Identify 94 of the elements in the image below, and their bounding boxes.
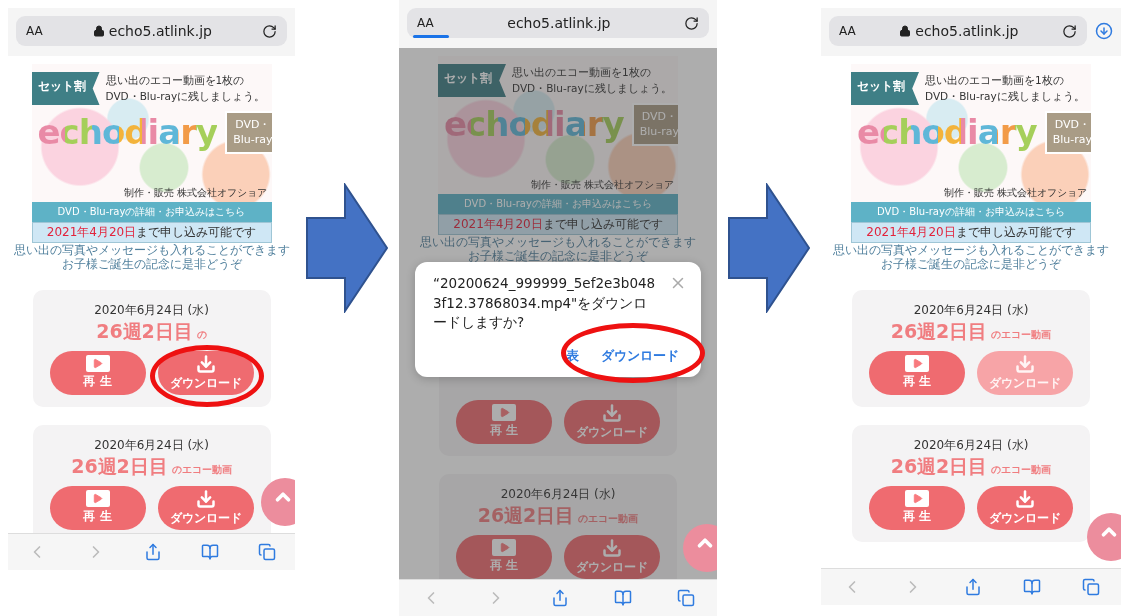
play-icon — [85, 490, 110, 508]
note-text: お子様ご誕生の記念に是非どうぞ — [881, 257, 1061, 272]
play-icon — [905, 490, 929, 508]
reload-icon[interactable] — [262, 23, 277, 39]
week-label: 26週2日目 — [890, 318, 988, 344]
download-button[interactable]: ダウンロード — [564, 534, 660, 579]
video-caption: の — [196, 327, 207, 342]
video-date: 2020年6月24日 (水) — [500, 485, 616, 503]
lock-icon — [899, 25, 912, 37]
banner-image[interactable]: セット割 思い出のエコー動画を1枚の DVD・Blu-rayに残しましょう。 echodiary DVD・ Blu-ray 制作・販売 株式会社オフショア — [31, 64, 272, 202]
details-link[interactable]: DVD・Blu-rayの詳細・お申込みはこちら — [438, 194, 678, 214]
video-date: 2020年6月24日 (水) — [913, 436, 1029, 454]
week-label: 26週2日目 — [71, 453, 168, 479]
banner-image[interactable]: セット割 思い出のエコー動画を1枚の DVD・Blu-rayに残しましょう。 echodiary DVD・ Blu-ray 制作・販売 株式会社オフショア — [438, 56, 678, 194]
download-button[interactable]: ダウンロード — [157, 350, 254, 395]
download-icon — [195, 353, 216, 374]
note-text: お子様ご誕生の記念に是非どうぞ — [468, 249, 648, 264]
address-bar[interactable]: AA echo5.atlink.jp — [829, 16, 1087, 46]
video-caption: のエコー動画 — [171, 462, 232, 477]
video-date: 2020年6月24日 (水) — [94, 301, 209, 319]
tabs-icon[interactable] — [1082, 578, 1101, 596]
week-label: 26週2日目 — [477, 502, 575, 528]
url-text: echo5.atlink.jp — [915, 23, 1019, 39]
text-size-button[interactable]: AA — [839, 24, 856, 38]
video-date: 2020年6月24日 (水) — [94, 436, 209, 454]
share-icon[interactable] — [144, 543, 163, 561]
download-button[interactable]: ダウンロード — [977, 485, 1073, 530]
share-icon[interactable] — [551, 589, 569, 607]
text-size-button[interactable]: AA — [417, 16, 434, 30]
tabs-icon[interactable] — [676, 589, 695, 607]
play-button[interactable]: 再 生 — [456, 399, 552, 444]
banner-headline: 思い出のエコー動画を1枚の DVD・Blu-rayに残しましょう。 — [105, 73, 266, 104]
play-button[interactable]: 再 生 — [456, 534, 552, 579]
week-label: 26週2日目 — [96, 318, 193, 344]
banner-badge: DVD・ Blu-ray — [225, 111, 272, 154]
dialog-message: “20200624_999999_5ef2e3b0483f12.37868034.mp4"をダウンロードしますか? — [433, 274, 657, 333]
video-caption: のエコー動画 — [991, 327, 1052, 342]
play-button[interactable]: 再 生 — [49, 350, 146, 395]
text-size-button[interactable]: AA — [26, 24, 43, 38]
download-icon — [1015, 488, 1035, 509]
deadline-text: 2021年4月20日まで申し込み可能です — [851, 222, 1091, 243]
banner-tag: セット割 — [851, 72, 919, 105]
banner-headline: 思い出のエコー動画を1枚の DVD・Blu-rayに残しましょう。 — [512, 65, 672, 96]
banner-credit: 制作・販売 株式会社オフショア — [124, 186, 268, 200]
play-icon — [905, 355, 929, 373]
deadline-text: 2021年4月20日まで申し込み可能です — [31, 222, 272, 243]
book-icon[interactable] — [201, 543, 220, 561]
download-button[interactable]: ダウンロード — [564, 399, 660, 444]
banner-image[interactable]: セット割 思い出のエコー動画を1枚の DVD・Blu-rayに残しましょう。 echodiary DVD・ Blu-ray 制作・販売 株式会社オフショア — [851, 64, 1091, 202]
dialog-button[interactable]: ダウンロード — [601, 342, 679, 369]
address-bar[interactable]: AA echo5.atlink.jp — [407, 8, 709, 38]
play-button[interactable]: 再 生 — [49, 485, 146, 530]
url-text: echo5.atlink.jp — [507, 15, 611, 31]
dialog-button[interactable]: 表 — [566, 342, 579, 369]
reload-icon[interactable] — [1062, 23, 1077, 39]
banner-credit: 制作・販売 株式会社オフショア — [530, 178, 674, 192]
deadline-text: 2021年4月20日まで申し込み可能です — [438, 214, 678, 235]
url-text: echo5.atlink.jp — [108, 23, 212, 39]
details-link[interactable]: DVD・Blu-rayの詳細・お申込みはこちら — [31, 202, 272, 222]
book-icon[interactable] — [1023, 578, 1042, 596]
book-icon[interactable] — [613, 589, 632, 607]
reload-icon[interactable] — [684, 15, 699, 31]
video-caption: のエコー動画 — [578, 511, 639, 526]
play-button[interactable]: 再 生 — [869, 350, 965, 395]
note-text: 思い出の写真やメッセージも入れることができます — [13, 243, 290, 258]
address-bar[interactable]: AA echo5.atlink.jp — [16, 16, 287, 46]
banner-badge: DVD・ Blu-ray — [1044, 111, 1091, 154]
banner-headline: 思い出のエコー動画を1枚の DVD・Blu-rayに残しましょう。 — [925, 73, 1085, 104]
note-text: 思い出の写真やメッセージも入れることができます — [420, 235, 696, 250]
download-button[interactable]: ダウンロード — [157, 485, 254, 530]
video-date: 2020年6月24日 (水) — [913, 301, 1029, 319]
scroll-top-button[interactable] — [1087, 513, 1121, 561]
play-icon — [492, 539, 516, 557]
download-icon[interactable] — [1095, 22, 1113, 40]
download-icon — [1015, 353, 1035, 374]
download-icon — [195, 488, 216, 509]
note-text: 思い出の写真やメッセージも入れることができます — [833, 243, 1109, 258]
video-caption: のエコー動画 — [991, 462, 1052, 477]
details-link[interactable]: DVD・Blu-rayの詳細・お申込みはこちら — [851, 202, 1091, 222]
banner-tag: セット割 — [438, 64, 506, 97]
scroll-top-button[interactable] — [683, 524, 717, 572]
banner-tag: セット割 — [31, 72, 100, 105]
play-icon — [85, 355, 110, 373]
download-icon — [602, 537, 622, 558]
download-icon — [602, 402, 622, 423]
play-button[interactable]: 再 生 — [869, 485, 965, 530]
note-text: お子様ご誕生の記念に是非どうぞ — [61, 257, 242, 272]
lock-icon — [92, 25, 105, 37]
share-icon[interactable] — [963, 578, 982, 596]
tabs-icon[interactable] — [257, 543, 276, 561]
week-label: 26週2日目 — [890, 453, 988, 479]
banner-credit: 制作・販売 株式会社オフショア — [943, 186, 1087, 200]
banner-badge: DVD・ Blu-ray — [631, 103, 678, 146]
play-icon — [492, 404, 516, 422]
